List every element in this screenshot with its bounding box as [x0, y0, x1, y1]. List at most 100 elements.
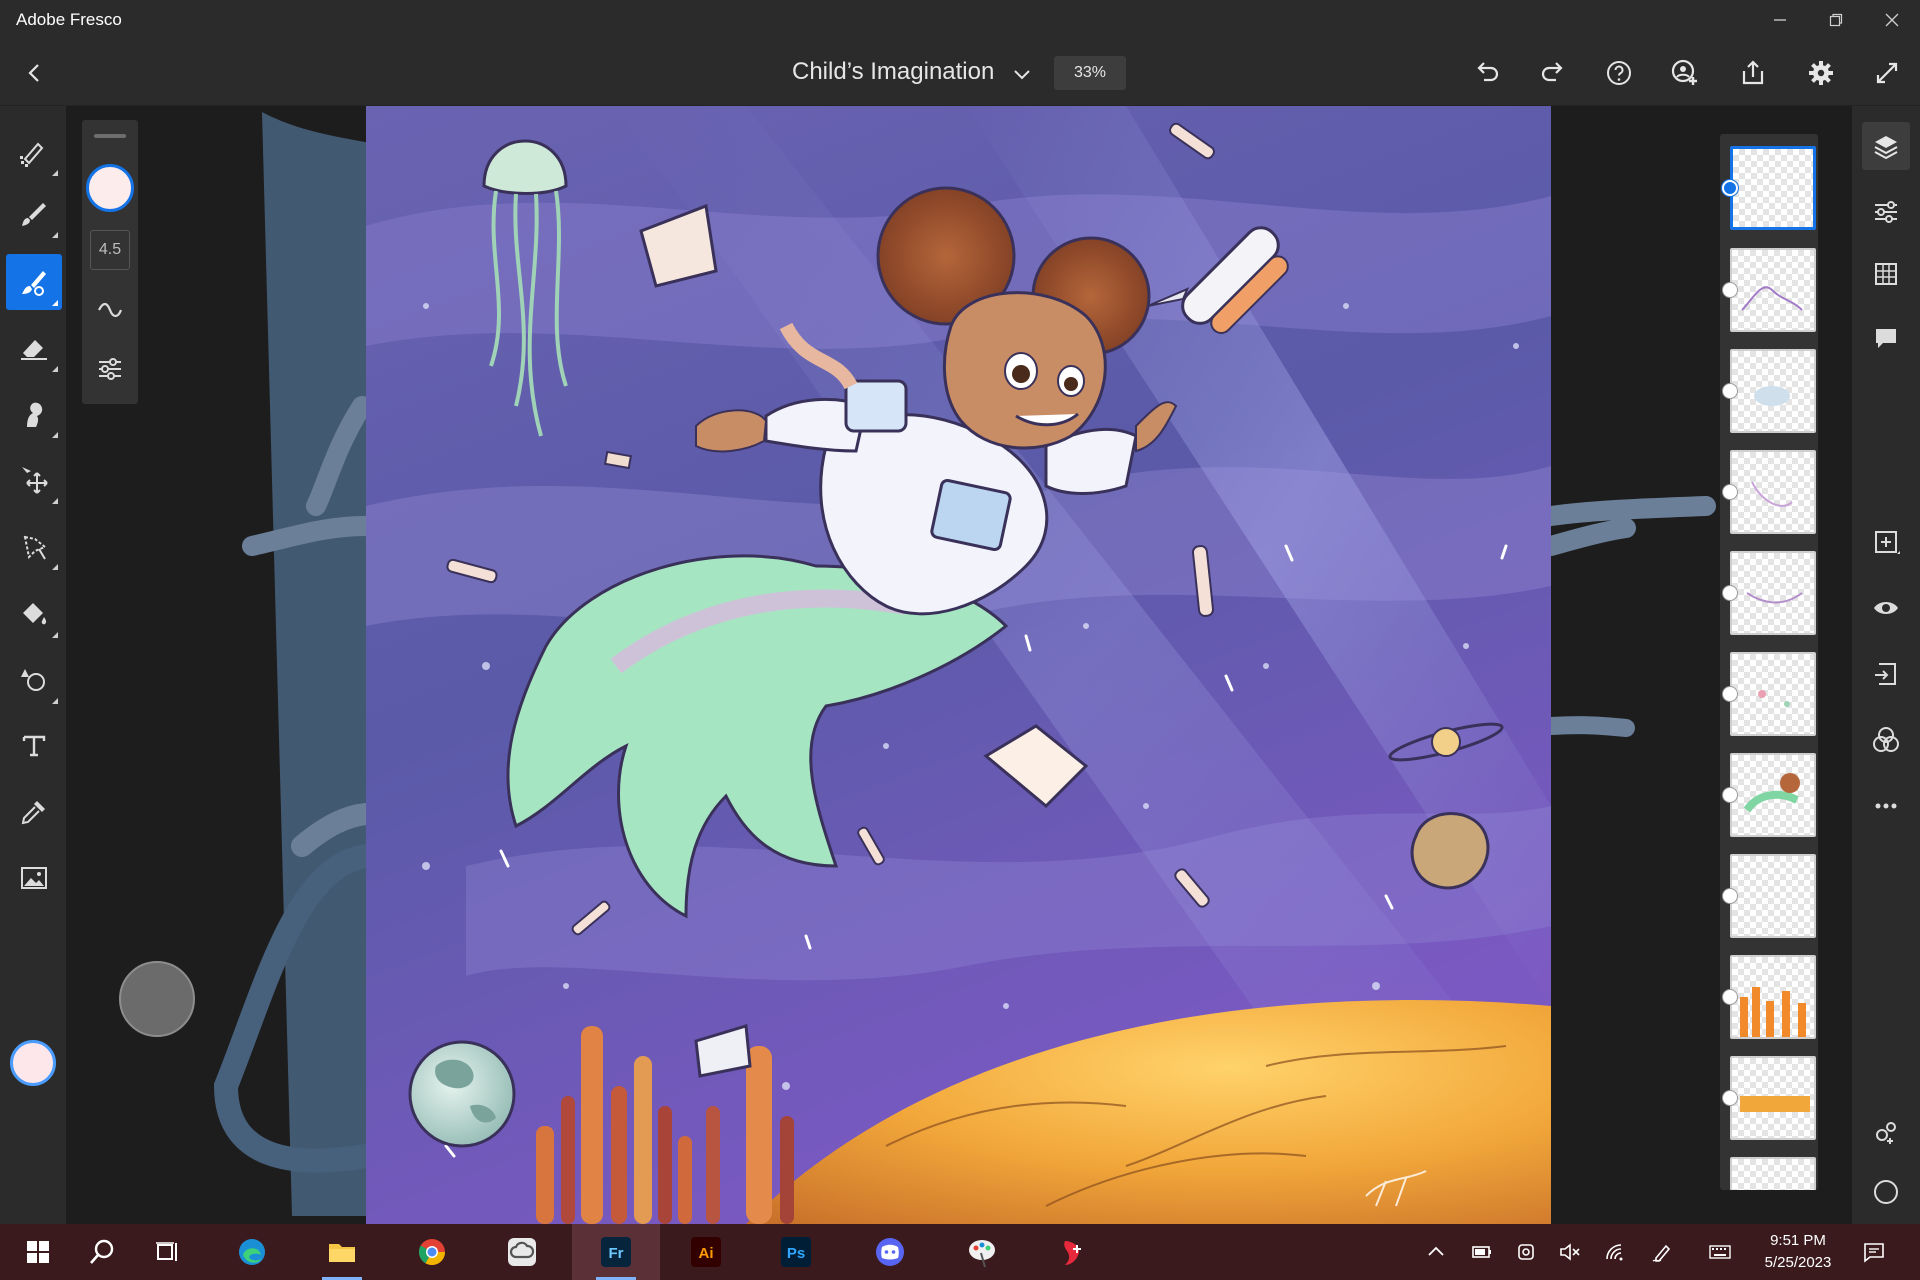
fill-tool[interactable]: [6, 586, 62, 642]
task-view-icon: [156, 1242, 177, 1261]
svg-text:Ps: Ps: [787, 1245, 805, 1262]
taskbar-red-app[interactable]: [1034, 1224, 1110, 1280]
show-hidden-icons[interactable]: [1414, 1224, 1458, 1280]
battery-status[interactable]: [1460, 1224, 1504, 1280]
move-tool[interactable]: [6, 452, 62, 508]
merge-down-button[interactable]: [1862, 650, 1910, 698]
document-menu-button[interactable]: [1010, 62, 1034, 86]
layer-handle[interactable]: [1722, 484, 1738, 500]
comments-button[interactable]: [1862, 314, 1910, 362]
taskbar-creative-cloud[interactable]: [484, 1224, 560, 1280]
lasso-tool[interactable]: [6, 518, 62, 574]
taskbar-photoshop[interactable]: Ps: [758, 1224, 834, 1280]
circle-icon: [1874, 1180, 1898, 1204]
taskbar-edge[interactable]: [214, 1224, 290, 1280]
artwork-canvas[interactable]: [366, 106, 1551, 1224]
layer-thumbnail[interactable]: [1730, 652, 1816, 736]
brush-size-preview[interactable]: [86, 164, 134, 212]
settings-button[interactable]: [1802, 54, 1840, 92]
color-swatch[interactable]: [10, 1040, 56, 1086]
notifications-button[interactable]: [1852, 1224, 1896, 1280]
eyedropper-tool[interactable]: [6, 784, 62, 840]
restore-button[interactable]: [1806, 0, 1866, 40]
discord-icon: [876, 1238, 904, 1266]
taskbar-chrome[interactable]: [394, 1224, 470, 1280]
smoothing-button[interactable]: [90, 288, 130, 328]
add-layer-button[interactable]: [1862, 518, 1910, 566]
share-button[interactable]: [1734, 54, 1772, 92]
taskbar-illustrator[interactable]: Ai: [668, 1224, 744, 1280]
layer-thumbnail[interactable]: [1730, 450, 1816, 534]
layer-handle[interactable]: [1722, 1090, 1738, 1106]
layer-thumbnail[interactable]: [1730, 1157, 1816, 1190]
panel-grip[interactable]: [94, 134, 126, 138]
layers-button[interactable]: [1862, 122, 1910, 170]
close-window-button[interactable]: [1862, 0, 1920, 40]
visibility-button[interactable]: [1862, 584, 1910, 632]
layer-thumbnail[interactable]: [1730, 248, 1816, 332]
layer-properties-button[interactable]: [1862, 188, 1910, 236]
fullscreen-button[interactable]: [1868, 54, 1906, 92]
layer-handle[interactable]: [1722, 585, 1738, 601]
zoom-level[interactable]: 33%: [1054, 56, 1126, 90]
notification-icon: [1864, 1243, 1884, 1263]
place-image-tool[interactable]: [6, 850, 62, 906]
camera-status[interactable]: [1504, 1224, 1548, 1280]
layer-handle[interactable]: [1722, 282, 1738, 298]
layer-thumbnail[interactable]: [1730, 146, 1816, 230]
live-brush-tool[interactable]: [6, 186, 62, 242]
layer-thumbnail[interactable]: [1730, 349, 1816, 433]
vector-brush-tool[interactable]: [6, 254, 62, 310]
redo-button[interactable]: [1534, 54, 1572, 92]
layer-handle[interactable]: [1722, 686, 1738, 702]
touch-keyboard[interactable]: [1698, 1224, 1742, 1280]
touch-mode-button[interactable]: [1862, 1168, 1910, 1216]
text-tool[interactable]: [6, 718, 62, 774]
layer-handle[interactable]: [1722, 888, 1738, 904]
taskbar-discord[interactable]: [852, 1224, 928, 1280]
task-view-button[interactable]: [130, 1224, 206, 1280]
fresco-app-icon: Fr: [601, 1237, 631, 1267]
layer-thumbnail[interactable]: [1730, 753, 1816, 837]
share-group-button[interactable]: [1862, 1108, 1910, 1156]
pen-menu[interactable]: [1640, 1224, 1684, 1280]
network-status[interactable]: [1594, 1224, 1638, 1280]
shapes-tool[interactable]: [6, 652, 62, 708]
layer-handle[interactable]: [1722, 787, 1738, 803]
grid-button[interactable]: [1862, 250, 1910, 298]
layer-thumbnail[interactable]: [1730, 551, 1816, 635]
layer-thumbnail[interactable]: [1730, 854, 1816, 938]
share-group-icon: [1876, 1122, 1896, 1144]
smudge-tool[interactable]: [6, 386, 62, 442]
help-button[interactable]: [1600, 54, 1638, 92]
eraser-tool[interactable]: [6, 320, 62, 376]
brush-size-value[interactable]: 4.5: [90, 230, 130, 270]
minimize-button[interactable]: [1750, 0, 1810, 40]
taskbar-file-explorer[interactable]: [304, 1224, 380, 1280]
search-button[interactable]: [64, 1224, 140, 1280]
more-options-button[interactable]: [1862, 782, 1910, 830]
layer-handle[interactable]: [1722, 989, 1738, 1005]
back-button[interactable]: [18, 56, 52, 90]
volume-muted-icon: [1560, 1243, 1580, 1261]
layer-thumbnail[interactable]: [1730, 955, 1816, 1039]
text-icon: [22, 735, 46, 757]
blend-mode-button[interactable]: [1862, 716, 1910, 764]
taskbar-paint[interactable]: [944, 1224, 1020, 1280]
lasso-icon: [23, 535, 47, 560]
layer-handle[interactable]: [1722, 180, 1738, 196]
document-title[interactable]: Child’s Imagination: [792, 58, 994, 86]
undo-button[interactable]: [1468, 54, 1506, 92]
taskbar-fresco[interactable]: Fr: [572, 1224, 660, 1280]
canvas-workspace[interactable]: [66, 106, 1720, 1224]
invite-button[interactable]: [1666, 54, 1704, 92]
layer-thumbnail[interactable]: [1730, 1056, 1816, 1140]
brush-settings-button[interactable]: [90, 348, 130, 388]
taskbar-clock[interactable]: 9:51 PM 5/25/2023: [1752, 1230, 1844, 1274]
pixel-brush-tool[interactable]: [6, 124, 62, 180]
volume-control[interactable]: [1548, 1224, 1592, 1280]
add-layer-icon: [1875, 531, 1900, 554]
comment-icon: [1876, 329, 1896, 348]
layer-handle[interactable]: [1722, 383, 1738, 399]
touch-shortcut[interactable]: [119, 961, 195, 1037]
